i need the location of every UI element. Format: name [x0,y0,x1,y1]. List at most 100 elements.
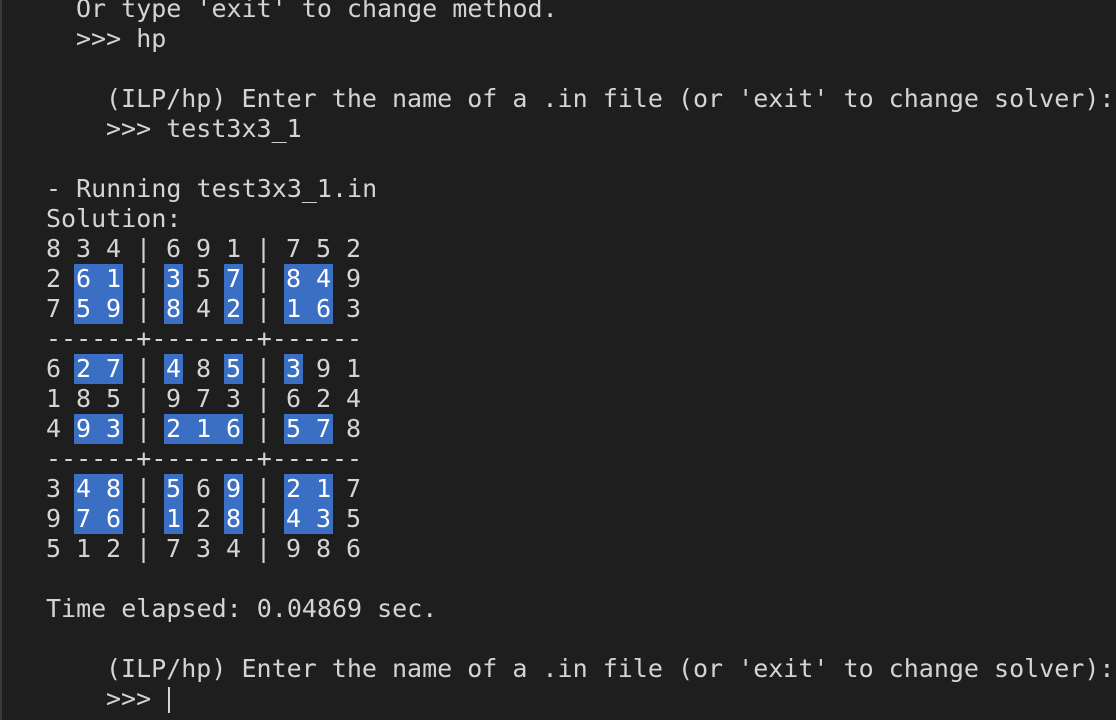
sudoku-cell: 8 [226,504,242,533]
block-separator: | [136,504,152,533]
sudoku-cell: 1 [46,384,62,413]
sudoku-cell: 5 [346,504,362,533]
sudoku-cell: 3 [46,474,62,503]
text-cursor[interactable] [168,687,171,713]
sudoku-cell: 5 [316,234,332,263]
block-separator: | [136,414,152,443]
sudoku-cell: 8 [76,384,92,413]
sudoku-cell: 9 [286,534,302,563]
sudoku-cell: 4 [166,354,182,383]
solver-prompt-line: (ILP/hp) Enter the name of a .in file (o… [106,84,1115,113]
sudoku-cell: 9 [226,474,242,503]
sudoku-cell: 2 [46,264,62,293]
input-line-method: >>> hp [76,24,167,53]
block-separator: | [136,264,152,293]
grid-separator-line: ------+-------+------ [46,444,363,473]
sudoku-cell: 3 [196,534,212,563]
sudoku-cell: 6 [106,504,122,533]
sudoku-cell: 2 [316,384,332,413]
running-status-line: - Running test3x3_1.in [46,174,378,203]
sudoku-cell: 5 [286,414,302,443]
sudoku-cell: 6 [286,384,302,413]
sudoku-cell: 5 [106,384,122,413]
sudoku-cell: 7 [166,534,182,563]
sudoku-cell: 8 [166,294,182,323]
sudoku-cell: 4 [196,294,212,323]
sudoku-cell: 7 [346,474,362,503]
sudoku-cell: 2 [196,504,212,533]
block-separator: | [256,414,272,443]
sudoku-cell: 3 [316,504,332,533]
block-separator: | [256,474,272,503]
sudoku-cell: 8 [316,534,332,563]
sudoku-cell: 3 [166,264,182,293]
output-line-method-hint: Or type 'exit' to change method. [76,0,558,23]
sudoku-cell: 8 [46,234,62,263]
sudoku-cell: 7 [46,294,62,323]
sudoku-cell: 6 [316,294,332,323]
sudoku-cell: 7 [106,354,122,383]
sudoku-cell: 3 [346,294,362,323]
sudoku-cell: 2 [346,234,362,263]
sudoku-cell: 7 [316,414,332,443]
sudoku-cell: 3 [106,414,122,443]
time-elapsed-line: Time elapsed: 0.04869 sec. [46,594,438,623]
sudoku-cell: 9 [166,384,182,413]
command-prompt[interactable]: >>> [106,684,171,714]
sudoku-cell: 5 [196,264,212,293]
sudoku-cell: 6 [46,354,62,383]
sudoku-cell: 2 [166,414,182,443]
sudoku-cell: 8 [196,354,212,383]
block-separator: | [136,474,152,503]
sudoku-cell: 2 [286,474,302,503]
sudoku-cell: 4 [76,474,92,503]
terminal-window: Or type 'exit' to change method. >>> hp … [0,0,1116,720]
block-separator: | [256,264,272,293]
sudoku-cell: 7 [226,264,242,293]
block-separator: | [256,504,272,533]
input-line-filename: >>> test3x3_1 [106,114,302,143]
sudoku-cell: 7 [286,234,302,263]
sudoku-cell: 3 [286,354,302,383]
grid-separator-line: ------+-------+------ [46,324,363,353]
sudoku-cell: 5 [166,474,182,503]
solver-prompt-line-2: (ILP/hp) Enter the name of a .in file (o… [106,654,1115,683]
sudoku-cell: 1 [76,534,92,563]
sudoku-cell: 2 [106,534,122,563]
sudoku-cell: 4 [286,504,302,533]
sudoku-cell: 2 [226,294,242,323]
block-separator: | [256,534,272,563]
sudoku-cell: 9 [316,354,332,383]
solution-heading: Solution: [46,204,182,233]
sudoku-cell: 8 [346,414,362,443]
sudoku-cell: 9 [346,264,362,293]
sudoku-cell: 3 [76,234,92,263]
sudoku-cell: 4 [46,414,62,443]
sudoku-cell: 6 [76,264,92,293]
block-separator: | [136,384,152,413]
sudoku-cell: 9 [196,234,212,263]
sudoku-cell: 6 [346,534,362,563]
sudoku-cell: 1 [316,474,332,503]
sudoku-cell: 1 [196,414,212,443]
sudoku-cell: 5 [46,534,62,563]
sudoku-cell: 2 [76,354,92,383]
sudoku-cell: 8 [106,474,122,503]
block-separator: | [136,234,152,263]
block-separator: | [136,354,152,383]
prompt-marker: >>> [106,684,167,713]
sudoku-cell: 7 [196,384,212,413]
sudoku-cell: 1 [286,294,302,323]
block-separator: | [136,534,152,563]
sudoku-cell: 7 [76,504,92,533]
sudoku-cell: 4 [346,384,362,413]
block-separator: | [256,294,272,323]
sudoku-cell: 6 [166,234,182,263]
sudoku-cell: 9 [106,294,122,323]
sudoku-cell: 1 [166,504,182,533]
sudoku-cell: 8 [286,264,302,293]
block-separator: | [256,234,272,263]
sudoku-cell: 5 [226,354,242,383]
sudoku-cell: 3 [226,384,242,413]
block-separator: | [136,294,152,323]
